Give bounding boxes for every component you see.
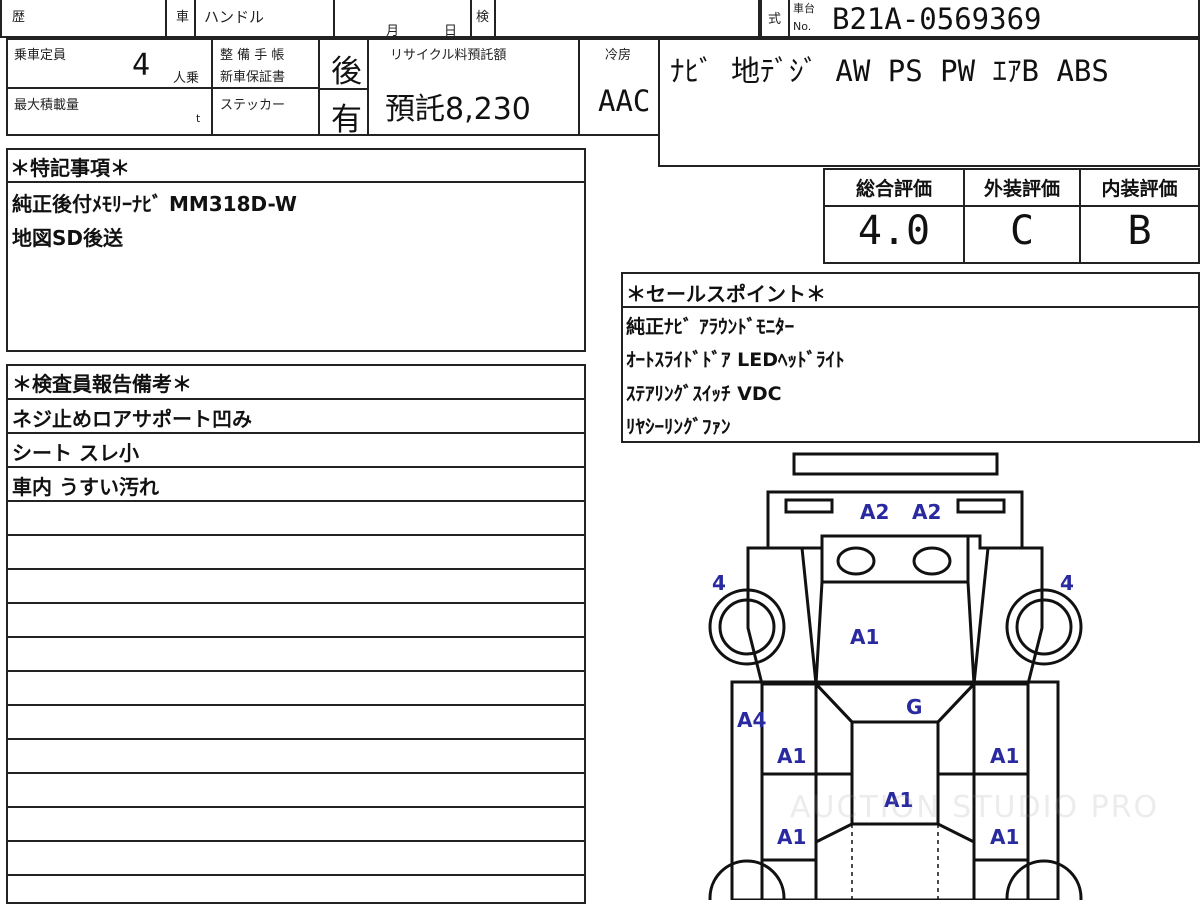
inspector-title: ＊検査員報告備考＊: [12, 372, 192, 396]
inspector-note-3: 車内 うすい汚れ: [12, 475, 159, 499]
exterior-grade-label: 外装評価: [983, 178, 1060, 200]
exterior-grade-value: C: [1009, 208, 1035, 254]
cooler-label: 冷房: [605, 48, 632, 63]
car-label: 車: [176, 10, 190, 25]
headlight-right: [956, 498, 1006, 514]
special-note-2: 地図SD後送: [12, 226, 124, 250]
capacity-value: 4: [132, 48, 151, 83]
inspector-rule: [6, 772, 586, 774]
inspector-rule: [6, 432, 586, 434]
sales-point-2: ｵｰﾄｽﾗｲﾄﾞﾄﾞｱ LEDﾍｯﾄﾞﾗｲﾄ: [626, 349, 845, 371]
special-note-1: 純正後付ﾒﾓﾘｰﾅﾋﾞ MM318D-W: [12, 192, 297, 216]
inspector-rule: [6, 840, 586, 842]
max-load-label: 最大積載量: [14, 98, 80, 113]
capacity-unit: 人乗: [173, 71, 200, 86]
history-label: 歴: [12, 10, 26, 25]
day-label: 日: [444, 24, 458, 39]
fog-lamp-right: [912, 546, 952, 576]
damage-hood: A1: [850, 625, 880, 649]
month-label: 月: [386, 24, 400, 39]
damage-door-rear-left: A1: [777, 825, 807, 849]
damage-windshield: G: [906, 695, 923, 719]
maintenance-label: 整 備 手 帳: [220, 48, 285, 63]
handle-label: ハンドル: [204, 8, 265, 26]
hood: [814, 580, 976, 686]
sales-points-title: ＊セールスポイント＊: [626, 282, 826, 306]
damage-front-right: A2: [912, 500, 942, 524]
max-load-unit: t: [196, 112, 201, 125]
sticker-value: 有: [331, 102, 362, 138]
equipment-text: ﾅﾋﾞ 地ﾃﾞｼﾞ AW PS PW ｴｱB ABS: [670, 54, 1109, 88]
damage-fender-left: A4: [737, 708, 767, 732]
overall-grade-label: 総合評価: [855, 178, 932, 200]
sticker-label: ステッカー: [220, 98, 286, 113]
inspector-rule: [6, 466, 586, 468]
damage-front-left: A2: [860, 500, 890, 524]
inspector-rule: [6, 704, 586, 706]
capacity-label: 乗車定員: [14, 48, 67, 63]
damage-door-front-right: A1: [990, 744, 1020, 768]
wheel-rear-right: [1005, 859, 1083, 900]
watermark: AUCTION STUDIO PRO: [790, 790, 1160, 825]
damage-door-rear-right: A1: [990, 825, 1020, 849]
overall-grade-value: 4.0: [857, 208, 931, 254]
inspector-rule: [6, 636, 586, 638]
inspector-rule: [6, 874, 586, 876]
recycle-label: リサイクル料預託額: [390, 48, 507, 63]
maintenance-value: 後: [331, 54, 362, 90]
damage-door-front-left: A1: [777, 744, 807, 768]
model-label: 式: [768, 12, 782, 27]
sales-point-1: 純正ﾅﾋﾞ ｱﾗｳﾝﾄﾞﾓﾆﾀｰ: [626, 316, 795, 338]
chassis-label-bottom: No.: [793, 20, 812, 33]
car-damage-diagram: [708, 452, 1083, 900]
special-notes-title: ＊特記事項＊: [10, 156, 130, 180]
sales-point-4: ﾘﾔｼｰﾘﾝｸﾞﾌｧﾝ: [626, 416, 731, 438]
inspector-note-1: ネジ止めロアサポート凹み: [12, 407, 252, 431]
damage-wheel-front-right: 4: [1060, 571, 1074, 595]
front-grille: [820, 534, 970, 584]
interior-grade-label: 内装評価: [1101, 178, 1178, 200]
wheel-front-right-inner: [1015, 598, 1073, 656]
recycle-value: 預託8,230: [385, 92, 531, 127]
wheel-rear-left: [708, 859, 786, 900]
front-bumper: [792, 452, 999, 476]
inspector-rule: [6, 568, 586, 570]
damage-wheel-front-left: 4: [712, 571, 726, 595]
windshield: [812, 682, 978, 724]
inspector-rule: [6, 738, 586, 740]
cooler-value: AAC: [598, 84, 651, 118]
inspect-label: 検: [476, 10, 490, 25]
new-car-warranty-label: 新車保証書: [220, 70, 286, 85]
chassis-number: B21A-0569369: [832, 2, 1042, 36]
inspector-rule: [6, 602, 586, 604]
inspector-rule: [6, 670, 586, 672]
chassis-label-top: 車台: [793, 2, 815, 15]
inspector-rule: [6, 500, 586, 502]
header-row: [0, 0, 760, 38]
inspector-rule: [6, 534, 586, 536]
inspector-rule: [6, 398, 586, 400]
headlight-left: [784, 498, 834, 514]
fog-lamp-left: [836, 546, 876, 576]
sales-point-3: ｽﾃｱﾘﾝｸﾞｽｲｯﾁ VDC: [626, 383, 782, 405]
inspector-note-2: シート スレ小: [12, 441, 139, 465]
interior-grade-value: B: [1127, 208, 1152, 254]
inspector-rule: [6, 806, 586, 808]
